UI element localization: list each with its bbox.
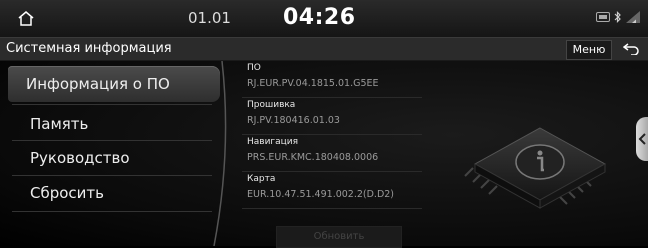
info-divider <box>242 134 422 135</box>
info-divider <box>242 97 422 98</box>
menu-item-reset[interactable]: Сбросить <box>12 175 212 211</box>
menu-item-software-info[interactable]: Информация о ПО <box>8 66 220 102</box>
menu-item-memory[interactable]: Память <box>12 106 212 142</box>
status-bar: 01.01 04:26 <box>0 0 648 38</box>
left-menu: Информация о ПО Память Руководство Сброс… <box>0 61 224 246</box>
menu-item-manual[interactable]: Руководство <box>12 140 212 176</box>
info-value-map: EUR.10.47.51.491.002.2(D.D2) <box>247 189 395 200</box>
menu-divider <box>12 104 212 105</box>
back-arrow-icon <box>623 43 639 55</box>
side-panel-handle[interactable] <box>636 117 648 161</box>
info-label-navigation: Навигация <box>247 137 299 147</box>
chevron-left-icon <box>638 133 646 145</box>
menu-divider <box>12 211 212 212</box>
menu-button[interactable]: Меню <box>566 40 612 60</box>
info-value-firmware: RJ.PV.180416.01.03 <box>247 115 340 126</box>
status-date: 01.01 <box>188 9 231 27</box>
info-label-software: ПО <box>247 63 261 73</box>
info-value-navigation: PRS.EUR.KMC.180408.0006 <box>247 152 379 163</box>
info-divider <box>242 171 422 172</box>
info-value-software: RJ.EUR.PV.04.1815.01.G5EE <box>247 78 379 89</box>
title-bar: Системная информация Меню <box>0 38 648 61</box>
back-button[interactable] <box>614 38 648 60</box>
home-icon <box>18 11 34 26</box>
info-label-map: Карта <box>247 174 276 184</box>
content-area: Информация о ПО Память Руководство Сброс… <box>0 61 648 248</box>
info-label-firmware: Прошивка <box>247 100 296 110</box>
home-button[interactable] <box>0 0 52 37</box>
bluetooth-icon <box>614 11 621 23</box>
status-time: 04:26 <box>283 5 356 30</box>
media-icon <box>596 12 610 22</box>
status-icons <box>596 10 640 24</box>
page-title: Системная информация <box>6 41 172 56</box>
update-button[interactable]: Обновить <box>276 226 402 248</box>
info-divider <box>242 208 422 209</box>
signal-icon <box>626 11 640 23</box>
info-chip-icon <box>464 127 607 209</box>
